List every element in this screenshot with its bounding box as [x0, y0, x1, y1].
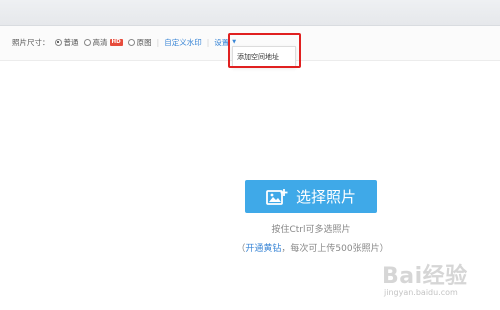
- watermark-brand: Bai经验: [382, 264, 468, 289]
- open-vip-link[interactable]: 开通黄钻: [245, 244, 281, 254]
- highlight-box: [228, 33, 301, 68]
- divider: |: [156, 37, 160, 47]
- radio-hd[interactable]: [83, 38, 91, 46]
- vip-suffix: ，每次可上传500张照片）: [281, 244, 389, 254]
- baidu-jingyan-watermark: Bai经验 jingyan.baidu.com: [382, 254, 497, 304]
- radio-original-label[interactable]: 原图: [137, 37, 152, 48]
- radio-normal[interactable]: [54, 38, 62, 46]
- watermark-url: jingyan.baidu.com: [384, 288, 458, 297]
- settings-label: 设置: [214, 37, 230, 47]
- hd-badge: HD: [109, 38, 123, 46]
- photo-size-options: 照片尺寸： 普通 高清 HD 原图 | 自定义水印 | 设置 ▼: [12, 36, 236, 48]
- radio-original[interactable]: [127, 38, 135, 46]
- multi-select-hint: 按住Ctrl可多选照片: [271, 225, 351, 235]
- radio-normal-label[interactable]: 普通: [64, 37, 79, 48]
- select-photos-button[interactable]: 选择照片: [245, 180, 377, 213]
- top-toolbar: [0, 0, 500, 26]
- divider: |: [206, 37, 210, 47]
- add-photo-icon: [266, 188, 288, 205]
- vip-upload-hint: （开通黄钻，每次可上传500张照片）: [225, 241, 400, 254]
- radio-hd-label[interactable]: 高清: [93, 37, 108, 48]
- custom-watermark-link[interactable]: 自定义水印: [164, 37, 202, 48]
- select-photos-label: 选择照片: [295, 188, 356, 206]
- photo-size-label: 照片尺寸：: [12, 37, 50, 47]
